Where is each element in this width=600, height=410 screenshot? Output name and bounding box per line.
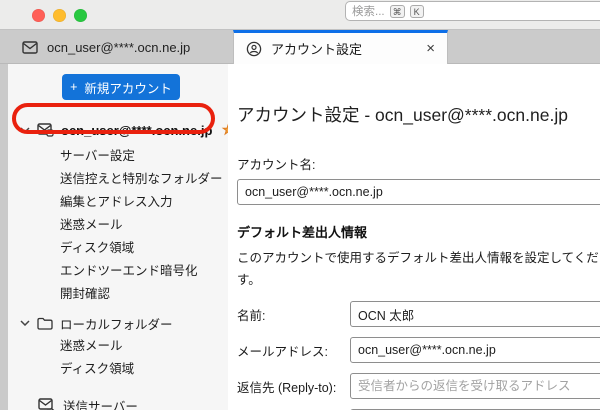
description-line-2: す。 [237, 273, 261, 287]
tab-bar: ocn_user@****.ocn.ne.jp アカウント設定 × [0, 30, 600, 64]
window-left-edge [0, 64, 8, 410]
chevron-down-icon[interactable] [20, 127, 30, 133]
settings-sidebar: + 新規アカウント ocn_user@****.ocn.ne.jp サーバー設定… [8, 64, 235, 410]
reply-to-input[interactable] [350, 373, 600, 399]
search-input[interactable]: 検索... ⌘ K [345, 1, 600, 21]
sidebar-item-return-receipts[interactable]: 開封確認 [8, 283, 228, 306]
new-account-button[interactable]: + 新規アカウント [62, 74, 180, 100]
window-controls [32, 9, 87, 22]
sidebar-item-local-disk-space[interactable]: ディスク領域 [8, 358, 228, 381]
sidebar-item-disk-space[interactable]: ディスク領域 [8, 237, 228, 260]
sidebar-local-folders-label: ローカルフォルダー [60, 317, 173, 332]
sidebar-outgoing-server-label: 送信サーバー [63, 399, 138, 410]
tab-account-settings[interactable]: アカウント設定 × [233, 30, 448, 64]
tab-settings-label: アカウント設定 [271, 42, 363, 57]
form-row-reply-to: 返信先 (Reply-to): [237, 373, 600, 399]
sidebar-item-e2e-encryption[interactable]: エンドツーエンド暗号化 [8, 260, 228, 283]
account-name-input[interactable] [237, 179, 600, 205]
sidebar-outgoing-server[interactable]: 送信サーバー [8, 393, 228, 410]
sidebar-account-label: ocn_user@****.ocn.ne.jp [61, 122, 213, 138]
page-title: アカウント設定 - ocn_user@****.ocn.ne.jp [237, 105, 568, 125]
minimize-window-button[interactable] [53, 9, 66, 22]
window-titlebar: 検索... ⌘ K [0, 0, 600, 30]
sidebar-item-server-settings[interactable]: サーバー設定 [8, 145, 228, 168]
default-identity-heading: デフォルト差出人情報 [237, 225, 368, 240]
envelope-icon [22, 40, 38, 54]
form-row-name: 名前: [237, 301, 600, 327]
account-settings-icon [246, 41, 262, 57]
close-window-button[interactable] [32, 9, 45, 22]
email-input[interactable] [350, 337, 600, 363]
sidebar-item-local-junk-mail[interactable]: 迷惑メール [8, 335, 228, 358]
window-body: + 新規アカウント ocn_user@****.ocn.ne.jp サーバー設定… [0, 64, 600, 410]
zoom-window-button[interactable] [74, 9, 87, 22]
form-row-email: メールアドレス: [237, 337, 600, 363]
close-tab-icon[interactable]: × [426, 41, 435, 56]
sidebar-item-composition-addressing[interactable]: 編集とアドレス入力 [8, 191, 228, 214]
account-mail-icon [37, 123, 54, 137]
sidebar-local-folders[interactable]: ローカルフォルダー [8, 311, 228, 335]
email-label: メールアドレス: [237, 344, 328, 359]
account-name-label: アカウント名: [237, 158, 316, 172]
outgoing-server-icon [38, 397, 55, 410]
command-key-icon: ⌘ [389, 4, 405, 18]
account-settings-panel: アカウント設定 - ocn_user@****.ocn.ne.jp アカウント名… [228, 64, 600, 410]
default-identity-description: このアカウントで使用するデフォルト差出人情報を設定してください。これ す。 [237, 247, 600, 291]
sidebar-account-root[interactable]: ocn_user@****.ocn.ne.jp ★ [8, 115, 235, 145]
thunderbird-window: 検索... ⌘ K ocn_user@****.ocn.ne.jp アカウント設… [0, 0, 600, 410]
chevron-down-icon[interactable] [20, 320, 30, 326]
search-placeholder: 検索... [352, 6, 385, 18]
sidebar-item-copies-folders[interactable]: 送信控えと特別なフォルダー [8, 168, 228, 191]
name-input[interactable] [350, 301, 600, 327]
reply-to-label: 返信先 (Reply-to): [237, 380, 337, 395]
name-label: 名前: [237, 308, 266, 323]
k-key-icon: K [409, 4, 424, 18]
sidebar-item-junk-mail[interactable]: 迷惑メール [8, 214, 228, 237]
description-line-1: このアカウントで使用するデフォルト差出人情報を設定してください。これ [237, 251, 600, 265]
tab-mail[interactable]: ocn_user@****.ocn.ne.jp [12, 30, 200, 64]
plus-icon: + [70, 80, 78, 94]
tab-mail-label: ocn_user@****.ocn.ne.jp [47, 39, 191, 55]
new-account-label: 新規アカウント [84, 81, 172, 96]
folder-icon [37, 317, 53, 330]
